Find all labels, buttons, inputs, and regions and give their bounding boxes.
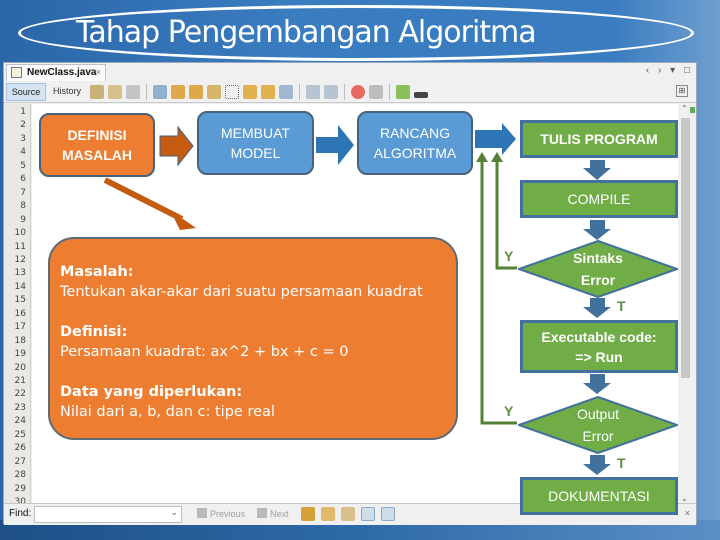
sintaks-line1: Sintaks <box>573 250 623 266</box>
arrow-output-to-dokumentasi <box>583 455 611 475</box>
branch-label-output-yes: Y <box>504 403 514 419</box>
loop-output-to-rancang <box>480 160 517 425</box>
step-definisi-line1: DEFINISI <box>67 127 127 143</box>
masalah-heading: Masalah: <box>60 264 134 280</box>
branch-label-sintaks-no: T <box>617 298 626 314</box>
decision-sintaks-error: Sintaks Error <box>518 240 678 298</box>
step-definisi-masalah: DEFINISI MASALAH <box>39 113 155 177</box>
branch-label-sintaks-yes: Y <box>504 248 514 264</box>
step-membuat-line2: MODEL <box>230 145 281 161</box>
step-dokumentasi: DOKUMENTASI <box>520 477 678 515</box>
problem-detail-box: Masalah: Tentukan akar-akar dari suatu p… <box>48 237 458 440</box>
arrow-rancang-to-tulis <box>475 123 516 155</box>
definisi-text: Persamaan kuadrat: ax^2 + bx + c = 0 <box>60 344 349 360</box>
step-rancang-algoritma: RANCANG ALGORITMA <box>357 111 473 175</box>
arrow-tulis-to-compile <box>583 160 611 180</box>
branch-label-output-no: T <box>617 455 626 471</box>
step-compile: COMPILE <box>520 180 678 218</box>
step-definisi-line2: MASALAH <box>62 147 132 163</box>
arrow-model-to-rancang <box>316 125 354 165</box>
loop-output-arrowhead <box>476 152 488 162</box>
arrow-definisi-to-detail-head <box>170 210 196 230</box>
sintaks-line2: Error <box>580 272 616 288</box>
arrow-definisi-to-detail <box>103 177 184 222</box>
arrow-definisi-to-model <box>159 125 194 167</box>
masalah-text: Tentukan akar-akar dari suatu persamaan … <box>60 284 423 300</box>
output-line2: Error <box>582 428 614 444</box>
step-tulis-label: TULIS PROGRAM <box>540 131 658 147</box>
decision-output-error: Output Error <box>518 396 678 454</box>
step-executable-run: Executable code: => Run <box>520 320 678 373</box>
step-rancang-line2: ALGORITMA <box>373 145 457 161</box>
exec-line2: => Run <box>575 348 623 365</box>
step-compile-label: COMPILE <box>567 191 631 207</box>
arrow-sintaks-to-exec <box>583 298 611 318</box>
data-text: Nilai dari a, b, dan c: tipe real <box>60 404 275 420</box>
output-line1: Output <box>576 406 620 422</box>
step-dokumentasi-label: DOKUMENTASI <box>548 488 650 504</box>
definisi-heading: Definisi: <box>60 324 128 340</box>
step-rancang-line1: RANCANG <box>379 125 450 141</box>
step-membuat-line1: MEMBUAT <box>221 125 290 141</box>
arrow-compile-to-sintaks <box>583 220 611 240</box>
data-heading: Data yang diperlukan: <box>60 384 243 400</box>
loop-sintaks-arrowhead <box>491 152 503 162</box>
step-tulis-program: TULIS PROGRAM <box>520 120 678 158</box>
step-membuat-model: MEMBUAT MODEL <box>197 111 314 175</box>
exec-line1: Executable code: <box>541 328 657 345</box>
arrow-exec-to-output <box>583 374 611 394</box>
